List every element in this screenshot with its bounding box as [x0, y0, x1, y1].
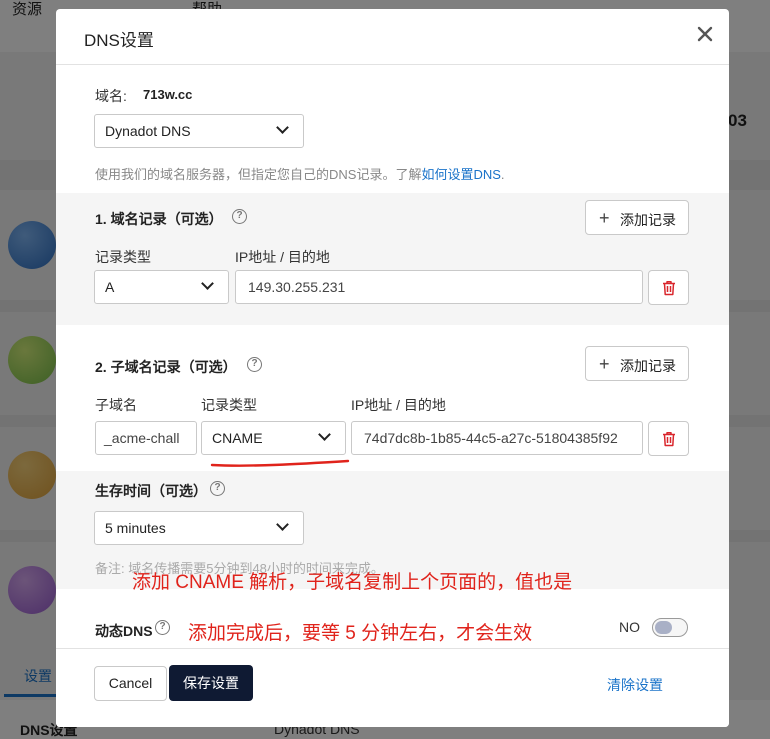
help-text-suffix: .: [500, 167, 505, 182]
plus-icon: +: [599, 354, 610, 374]
record-type-select[interactable]: A: [94, 270, 229, 304]
trash-icon: [663, 432, 675, 447]
dns-provider-section: 域名: 713w.cc Dynadot DNS 使用我们的域名服务器，但指定您自…: [56, 66, 729, 193]
ttl-section: 生存时间（可选） ? 5 minutes 备注: 域名传播需要5分钟到48小时的…: [56, 471, 729, 593]
modal-header: DNS设置: [56, 9, 729, 65]
record-type-label: 记录类型: [201, 397, 257, 413]
delete-subdomain-record-button[interactable]: [648, 421, 689, 456]
domain-value: 713w.cc: [143, 87, 193, 102]
red-underline-annotation: [210, 459, 350, 467]
help-icon[interactable]: ?: [232, 209, 247, 224]
subdomain-records-section: 2. 子域名记录（可选） ? + 添加记录 子域名 记录类型 IP地址 / 目的…: [56, 325, 729, 471]
trash-icon: [663, 281, 675, 296]
subdomain-records-title: 2. 子域名记录（可选）: [95, 359, 237, 375]
save-settings-button[interactable]: 保存设置: [169, 665, 253, 701]
chevron-down-icon: [276, 121, 289, 134]
ttl-value: 5 minutes: [105, 520, 166, 536]
dns-help-text: 使用我们的域名服务器，但指定您自己的DNS记录。了解如何设置DNS.: [95, 164, 505, 183]
dns-provider-select[interactable]: Dynadot DNS: [94, 114, 304, 148]
help-text: 使用我们的域名服务器，但指定您自己的DNS记录。了解: [95, 167, 422, 182]
record-type-value: CNAME: [212, 430, 263, 446]
record-type-label: 记录类型: [95, 249, 151, 265]
record-type-value: A: [105, 279, 115, 295]
domain-label: 域名:: [95, 88, 127, 104]
modal-title: DNS设置: [84, 31, 154, 50]
ttl-title: 生存时间（可选）: [95, 483, 207, 499]
help-icon[interactable]: ?: [210, 481, 225, 496]
help-icon[interactable]: ?: [155, 620, 170, 635]
help-icon[interactable]: ?: [247, 357, 262, 372]
add-subdomain-record-button[interactable]: + 添加记录: [585, 346, 689, 381]
dynamic-dns-title: 动态DNS: [95, 623, 153, 639]
subdomain-ip-input[interactable]: 74d7dc8b-1b85-44c5-a27c-51804385f92: [351, 421, 643, 455]
ttl-select[interactable]: 5 minutes: [94, 511, 304, 545]
subdomain-label: 子域名: [95, 397, 137, 413]
dns-settings-modal: DNS设置 域名: 713w.cc Dynadot DNS 使用我们的域名服务器…: [56, 9, 729, 727]
ip-destination-label: IP地址 / 目的地: [351, 397, 446, 413]
delete-record-button[interactable]: [648, 270, 689, 305]
add-domain-record-button[interactable]: + 添加记录: [585, 200, 689, 235]
chevron-down-icon: [276, 518, 289, 531]
cancel-button[interactable]: Cancel: [94, 666, 167, 701]
subdomain-input[interactable]: _acme-chall: [95, 421, 197, 455]
dynamic-dns-status: NO: [619, 619, 640, 635]
ip-address-input[interactable]: 149.30.255.231: [235, 270, 643, 304]
ip-destination-label: IP地址 / 目的地: [235, 249, 330, 265]
chevron-down-icon: [201, 277, 214, 290]
subdomain-record-type-select[interactable]: CNAME: [201, 421, 346, 455]
plus-icon: +: [599, 208, 610, 228]
dynamic-dns-section: 动态DNS ? 添加完成后，要等 5 分钟左右，才会生效 NO: [56, 589, 729, 648]
toggle-knob: [655, 621, 672, 634]
clear-settings-link[interactable]: 清除设置: [607, 675, 663, 695]
close-icon[interactable]: [695, 24, 715, 44]
domain-records-title: 1. 域名记录（可选）: [95, 211, 223, 227]
how-to-set-dns-link[interactable]: 如何设置DNS: [421, 167, 500, 182]
add-record-label: 添加记录: [620, 212, 676, 228]
modal-footer: Cancel 保存设置 清除设置: [56, 648, 729, 727]
dns-provider-value: Dynadot DNS: [105, 123, 191, 139]
chevron-down-icon: [318, 428, 331, 441]
dynamic-dns-toggle[interactable]: [652, 618, 688, 637]
annotation-wait: 添加完成后，要等 5 分钟左右，才会生效: [188, 623, 533, 644]
domain-records-section: 1. 域名记录（可选） ? + 添加记录 记录类型 IP地址 / 目的地 A 1…: [56, 193, 729, 325]
add-record-label: 添加记录: [620, 358, 676, 374]
